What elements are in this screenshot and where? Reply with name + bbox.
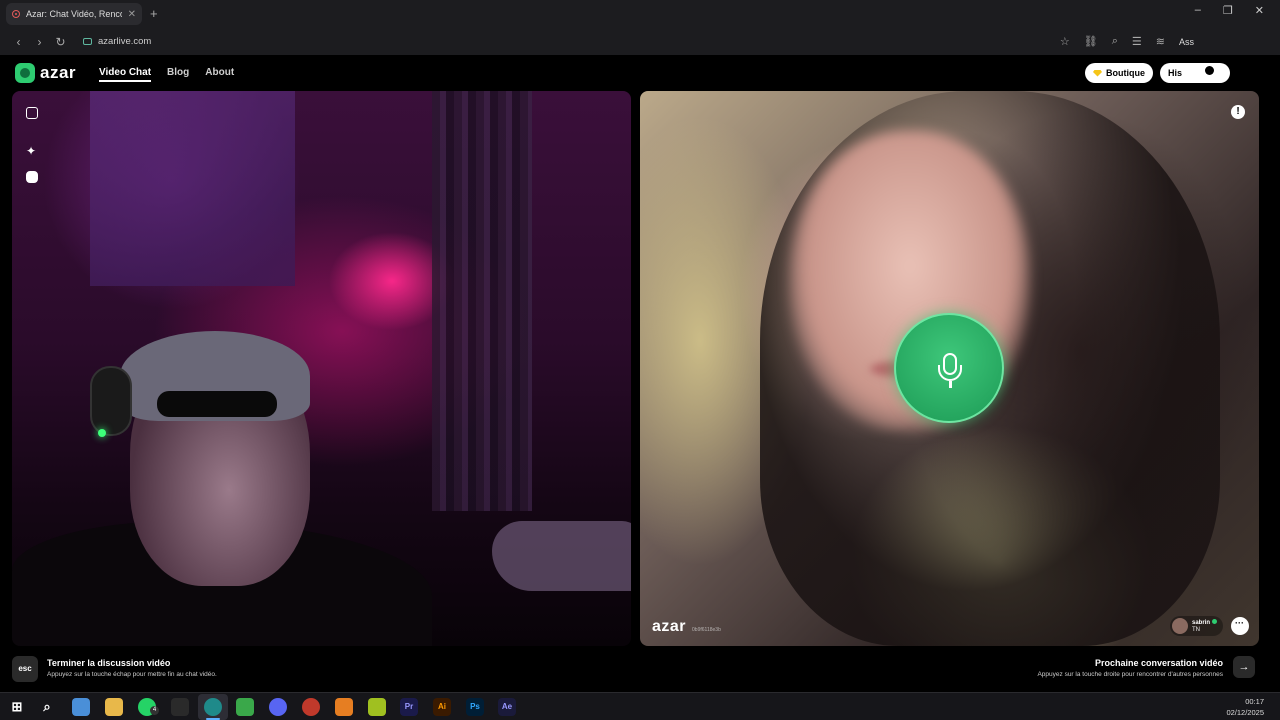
share-link-icon[interactable]: ⛓: [1084, 35, 1098, 48]
person-sunglasses: [157, 391, 277, 417]
local-video-pane: ✦: [12, 91, 631, 646]
azar-logo-icon: [15, 63, 35, 83]
end-chat-hint: Terminer la discussion vidéo Appuyez sur…: [47, 658, 217, 678]
windows-start-icon[interactable]: ⊞: [8, 698, 26, 716]
microphone-stand-icon: [938, 365, 962, 381]
boutique-button[interactable]: Boutique: [1085, 63, 1153, 83]
nav-video-chat[interactable]: Video Chat: [99, 67, 152, 82]
person-headset: [90, 366, 132, 436]
taskbar: ⊞ ⌕ 4 Pr Ai Ps Ae 00:17 02/12/2025: [0, 692, 1280, 720]
browser-tab[interactable]: Azar: Chat Vidéo, Rencontrer ✕: [6, 3, 142, 25]
background-curtain: [432, 91, 532, 511]
search-icon[interactable]: ⌕: [38, 698, 56, 716]
android-icon[interactable]: [236, 698, 254, 716]
bluestacks-icon[interactable]: [368, 698, 386, 716]
gem-icon: [1093, 69, 1102, 77]
expand-icon[interactable]: [26, 107, 38, 119]
watermark-text: azar: [652, 618, 687, 635]
browser-toolbar: ☆ ⛓ ⌕ ☰ ≋ Ass: [1060, 28, 1194, 55]
peer-country: TN: [1191, 626, 1200, 633]
close-tab-icon[interactable]: ✕: [128, 9, 136, 20]
history-clock-icon: [1205, 66, 1214, 75]
site-header: azar Video Chat Blog About Boutique His: [0, 55, 1280, 91]
site-info-icon[interactable]: [83, 38, 92, 45]
nav-about[interactable]: About: [205, 67, 234, 82]
reload-icon[interactable]: ↻: [50, 35, 71, 49]
url-text: azarlive.com: [98, 36, 152, 47]
tab-list-icon[interactable]: ☰: [1132, 35, 1142, 48]
azar-watermark: azar 0b9f6118e3b: [652, 618, 721, 636]
boutique-label: Boutique: [1106, 68, 1145, 78]
peer-name: sabrin: [1191, 619, 1210, 626]
new-tab-button[interactable]: +: [150, 6, 158, 21]
main-nav: Video Chat Blog About: [99, 67, 234, 82]
face-filter-icon[interactable]: [26, 171, 38, 183]
recording-icon: [12, 10, 20, 18]
report-icon[interactable]: !: [1231, 105, 1245, 119]
browser-icon[interactable]: [204, 698, 222, 716]
system-clock[interactable]: 00:17 02/12/2025: [1226, 696, 1264, 718]
remote-video-pane: ! azar 0b9f6118e3b sabrin TN: [640, 91, 1259, 646]
task-view-icon[interactable]: [72, 698, 90, 716]
online-dot-icon: [1212, 618, 1217, 624]
nav-blog[interactable]: Blog: [167, 67, 189, 82]
window-controls: – ❐ ✕: [1195, 4, 1280, 17]
after-effects-icon[interactable]: Ae: [498, 698, 516, 716]
browser-tab-bar: Azar: Chat Vidéo, Rencontrer ✕ + – ❐ ✕: [0, 0, 1280, 28]
history-label: His: [1168, 68, 1183, 78]
photoshop-icon[interactable]: Ps: [466, 698, 484, 716]
close-window-icon[interactable]: ✕: [1255, 4, 1264, 17]
esc-key-button[interactable]: esc: [12, 656, 38, 682]
keyboard-hints: esc Terminer la discussion vidéo Appuyez…: [0, 651, 1280, 691]
bookmark-star-icon[interactable]: ☆: [1060, 35, 1070, 48]
sparkle-effects-icon[interactable]: ✦: [26, 145, 38, 157]
voice-mic-button[interactable]: [894, 313, 1004, 423]
peer-avatar: [1171, 618, 1188, 634]
end-chat-subtitle: Appuyez sur la touche échap pour mettre …: [47, 671, 217, 678]
forward-icon[interactable]: ›: [29, 35, 50, 49]
back-icon[interactable]: ‹: [8, 35, 29, 49]
clock-date: 02/12/2025: [1226, 708, 1264, 717]
clock-time: 00:17: [1245, 697, 1264, 706]
headset-led: [98, 429, 106, 437]
app-icon[interactable]: [171, 698, 189, 716]
speedtest-icon[interactable]: [302, 698, 320, 716]
minimize-icon[interactable]: –: [1195, 4, 1201, 17]
file-explorer-icon[interactable]: [105, 698, 123, 716]
microphone-foot-icon: [949, 381, 952, 388]
url-field[interactable]: azarlive.com: [83, 36, 151, 47]
logo-text: azar: [40, 63, 77, 82]
background-pillow: [492, 521, 631, 591]
vlc-icon[interactable]: [335, 698, 353, 716]
azar-logo[interactable]: azar: [15, 63, 76, 83]
next-chat-title: Prochaine conversation vidéo: [1094, 658, 1223, 668]
address-bar: ‹ › ↻ azarlive.com ☆ ⛓ ⌕ ☰ ≋ Ass: [0, 28, 1280, 55]
lens-search-icon[interactable]: ⌕: [1112, 35, 1118, 48]
restore-icon[interactable]: ❐: [1223, 4, 1233, 17]
premiere-icon[interactable]: Pr: [400, 698, 418, 716]
next-chat-subtitle: Appuyez sur la touche droite pour rencon…: [1037, 671, 1223, 678]
tab-title: Azar: Chat Vidéo, Rencontrer: [26, 9, 122, 19]
end-chat-title: Terminer la discussion vidéo: [47, 658, 171, 668]
whatsapp-badge: 4: [150, 706, 159, 715]
background-poster: [90, 91, 295, 286]
illustrator-icon[interactable]: Ai: [433, 698, 451, 716]
audio-wave-icon[interactable]: ≋: [1156, 35, 1165, 48]
peer-name-row: sabrin: [1191, 618, 1217, 627]
discord-icon[interactable]: [269, 698, 287, 716]
chat-bubble-icon[interactable]: [1231, 617, 1249, 635]
peer-info: sabrin TN: [1191, 618, 1217, 634]
watermark-id: 0b9f6118e3b: [692, 627, 721, 633]
peer-profile-chip[interactable]: sabrin TN: [1169, 616, 1223, 636]
assistant-button[interactable]: Ass: [1179, 37, 1194, 47]
history-button[interactable]: His: [1160, 63, 1230, 83]
next-arrow-button[interactable]: →: [1233, 656, 1255, 678]
next-chat-hint: Prochaine conversation vidéo Appuyez sur…: [1037, 658, 1223, 678]
